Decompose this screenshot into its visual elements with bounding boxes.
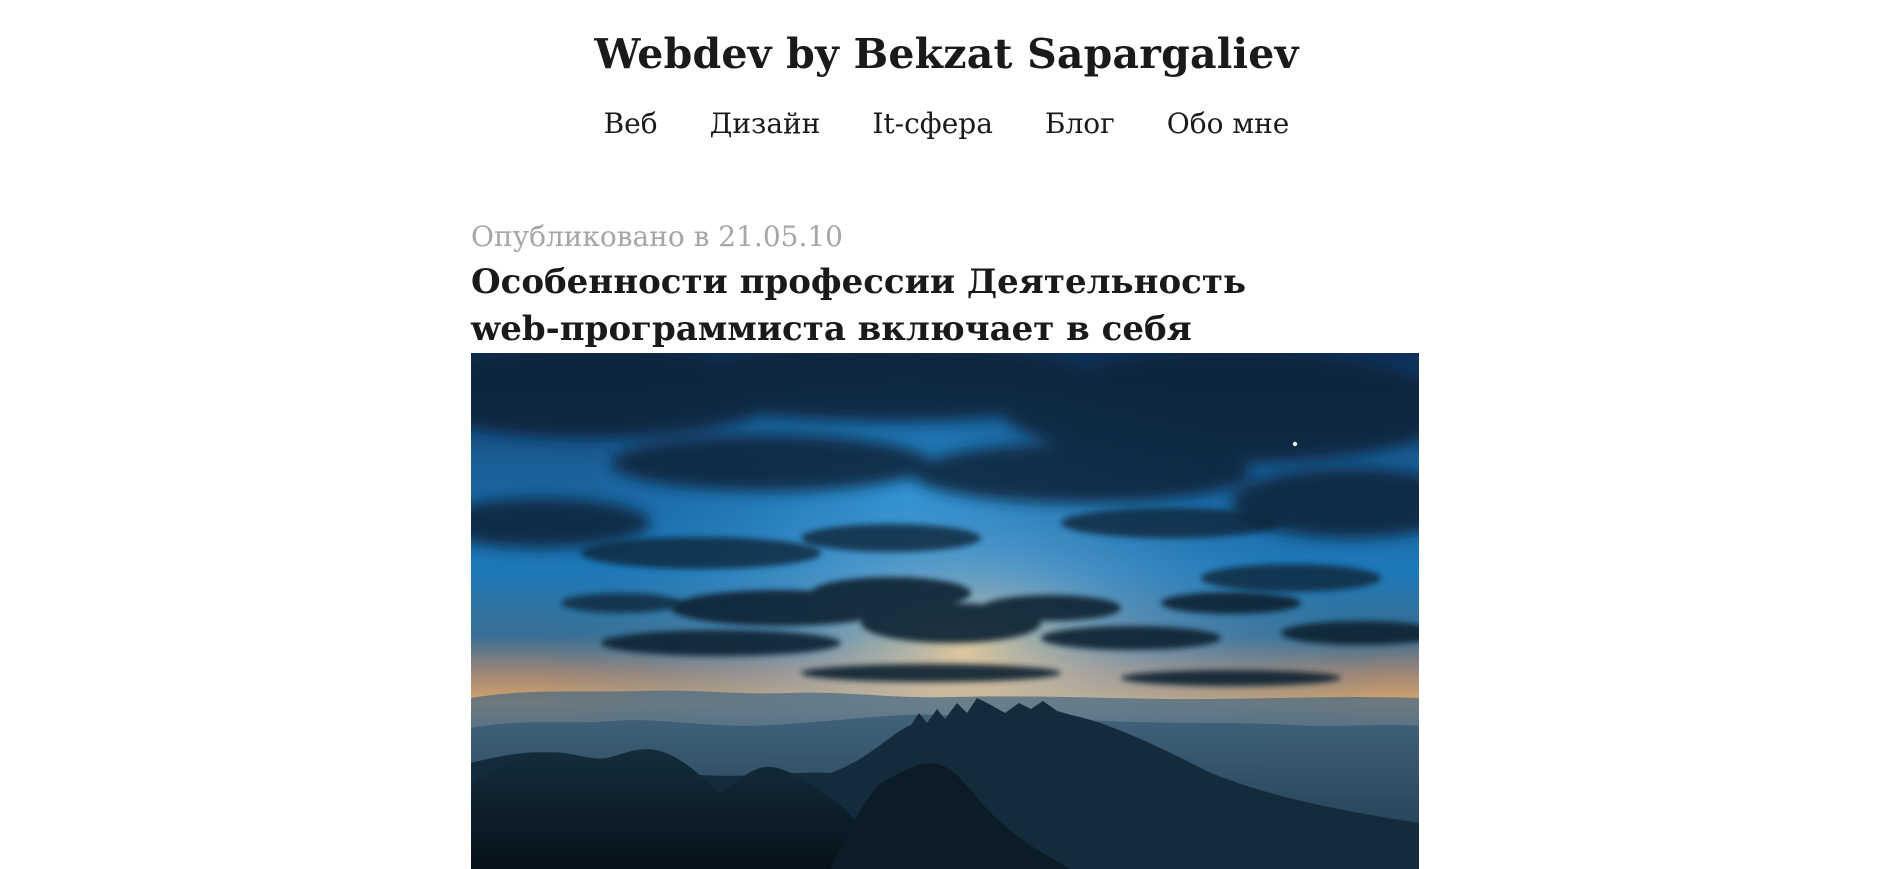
nav-list: Веб Дизайн It-сфера Блог Обо мне: [0, 104, 1893, 144]
nav-link-blog[interactable]: Блог: [1045, 104, 1115, 144]
twilight-mountains-image: [471, 353, 1419, 869]
post-title: Особенности профессии Деятельность web-п…: [471, 259, 1291, 353]
nav-link-about[interactable]: Обо мне: [1167, 104, 1290, 144]
nav-item-blog: Блог: [1045, 104, 1115, 144]
nav-link-web[interactable]: Веб: [604, 104, 658, 144]
nav-link-design[interactable]: Дизайн: [710, 104, 821, 144]
nav-link-it-sphere[interactable]: It-сфера: [872, 104, 993, 144]
site-header: Webdev by Bekzat Sapargaliev Веб Дизайн …: [0, 0, 1893, 170]
site-title[interactable]: Webdev by Bekzat Sapargaliev: [0, 28, 1893, 80]
nav-item-it-sphere: It-сфера: [872, 104, 993, 144]
blog-post: Опубликовано в 21.05.10 Особенности проф…: [471, 217, 1419, 353]
nav-item-web: Веб: [604, 104, 658, 144]
post-date: Опубликовано в 21.05.10: [471, 220, 843, 253]
nav-item-design: Дизайн: [710, 104, 821, 144]
post-title-link[interactable]: Особенности профессии Деятельность web-п…: [471, 262, 1246, 349]
moon-icon: [1292, 441, 1298, 447]
nav-item-about: Обо мне: [1167, 104, 1290, 144]
post-featured-image[interactable]: [471, 353, 1419, 869]
